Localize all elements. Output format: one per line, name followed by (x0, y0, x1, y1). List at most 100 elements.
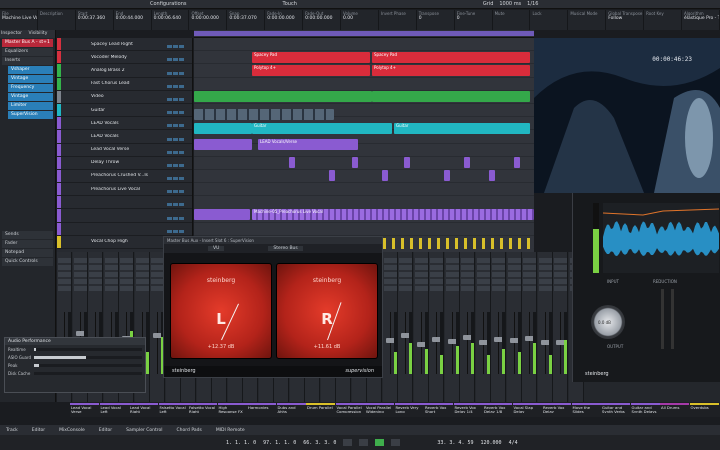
track-name[interactable]: LEAD Vocals (61, 134, 151, 139)
info-column[interactable]: Length 0:00:06.640 (152, 10, 190, 30)
channel-insert-slot[interactable] (89, 286, 102, 291)
channel-insert-slot[interactable] (58, 272, 71, 277)
rewind-button[interactable] (343, 439, 353, 446)
mixer-channel-strip[interactable] (398, 252, 413, 402)
mixer-channel-name[interactable]: Lead Vocal Left (99, 403, 129, 413)
track-lane[interactable] (194, 223, 534, 236)
channel-insert-slot[interactable] (461, 272, 474, 277)
channel-insert-slot[interactable] (104, 272, 118, 277)
mixer-channel-name[interactable]: Overdubs (689, 403, 719, 413)
channel-insert-slot[interactable] (89, 258, 102, 263)
solo-button[interactable] (173, 58, 178, 62)
solo-button[interactable] (173, 97, 178, 101)
lower-zone-tab[interactable]: Editor (32, 428, 45, 433)
track-header[interactable]: Fast Chorus Lead (57, 77, 192, 91)
channel-insert-slot[interactable] (492, 279, 505, 284)
mixer-channel-name[interactable]: Reverb Very Long (394, 403, 424, 413)
track-header[interactable]: Delay Throw (57, 156, 192, 170)
mute-button[interactable] (167, 58, 172, 62)
supervision-plugin-window[interactable]: Master Bus Aux - Insert Slot 6 : SuperVi… (163, 236, 383, 378)
track-name[interactable]: Vocoder Melody (61, 55, 151, 60)
lower-zone-tab[interactable]: Sampler Control (126, 428, 162, 433)
info-column[interactable]: Musical Mode (568, 10, 607, 30)
stop-button[interactable] (359, 439, 369, 446)
info-column-value[interactable]: 0:00:00.000 (267, 16, 300, 21)
mixer-channel-strip[interactable] (382, 252, 398, 402)
track-name[interactable]: Preachorus Live Vocal (61, 187, 151, 192)
arrange-window[interactable]: Spacey Pad Spacey Pad Polytop 4+ Polytop… (194, 38, 534, 252)
mixer-channel-name[interactable]: Lead Vocal Right (129, 403, 158, 413)
track-lane[interactable] (194, 170, 534, 184)
solo-button[interactable] (173, 203, 178, 207)
info-column[interactable]: FileMachine Live Vocal (0, 10, 38, 30)
channel-insert-slot[interactable] (414, 279, 428, 284)
channel-insert-slot[interactable] (120, 286, 133, 291)
channel-insert-slot[interactable] (383, 286, 397, 291)
insert-slot[interactable]: Vintage (8, 75, 53, 83)
info-column-value[interactable]: 0:00:06.640 (154, 16, 187, 21)
event-lead-vocals[interactable] (194, 139, 252, 150)
mixer-channel-name[interactable]: Harmonies (247, 403, 276, 413)
audio-performance-window[interactable]: Audio Performance Realtime ASIO Guard Peak… (4, 337, 146, 393)
channel-insert-slot[interactable] (73, 265, 87, 270)
record-enable-button[interactable] (179, 203, 184, 207)
channel-insert-slot[interactable] (120, 258, 133, 263)
tempo-display[interactable]: 120.000 (480, 440, 501, 446)
channel-insert-slot[interactable] (399, 265, 412, 270)
info-column[interactable]: Mute (493, 10, 531, 30)
info-column[interactable]: Lock (530, 10, 569, 30)
event-delay-throw[interactable] (382, 170, 388, 181)
track-name[interactable]: Vocal Chop High (61, 239, 151, 244)
solo-button[interactable] (173, 45, 178, 49)
channel-insert-slot[interactable] (445, 265, 459, 270)
insert-slot[interactable]: Limiter (8, 102, 53, 110)
lower-zone-tab[interactable]: Track (6, 428, 18, 433)
lower-zone-tab[interactable]: Chord Pads (177, 428, 202, 433)
channel-insert-slot[interactable] (58, 265, 71, 270)
mixer-channel-strip[interactable] (460, 252, 475, 402)
mixer-channel-name[interactable]: Guitar and Synth Delays (630, 403, 660, 413)
event-lead-vocals-verse[interactable]: LEAD Vocals/Verse (258, 139, 358, 150)
event-guitar[interactable]: Guitar (394, 123, 530, 134)
channel-insert-slot[interactable] (523, 279, 536, 284)
event-guitar[interactable]: Guitar (252, 123, 392, 134)
channel-insert-slot[interactable] (89, 279, 102, 284)
inspector-section-inserts[interactable]: Inserts (2, 57, 53, 65)
channel-insert-slot[interactable] (383, 265, 397, 270)
solo-button[interactable] (173, 177, 178, 181)
channel-insert-slot[interactable] (507, 272, 521, 277)
mixer-channel-strip[interactable] (444, 252, 460, 402)
info-column-value[interactable]: élastique Pro - Time (684, 16, 719, 21)
channel-insert-slot[interactable] (445, 279, 459, 284)
channel-insert-slot[interactable] (120, 279, 133, 284)
channel-insert-slot[interactable] (73, 258, 87, 263)
solo-button[interactable] (173, 111, 178, 115)
info-column[interactable]: Root Key (644, 10, 683, 30)
channel-insert-slot[interactable] (523, 265, 536, 270)
info-column[interactable]: Algorithmélastique Pro - Time (682, 10, 720, 30)
dynamics-plugin-window[interactable]: INPUT REDUCTION OUTPUT 0.0 dB steinberg (572, 193, 720, 382)
video-player-window[interactable]: 00:00:46:23 (534, 38, 720, 193)
event-delay-throw[interactable] (329, 170, 335, 181)
channel-insert-slot[interactable] (430, 272, 443, 277)
event-video-thumbnails[interactable] (194, 109, 334, 120)
channel-insert-slot[interactable] (445, 286, 459, 291)
info-column[interactable]: Fade-Out 0:00:00.000 (303, 10, 342, 30)
selected-track-header[interactable]: Master Bus A - st+1 (2, 39, 53, 47)
channel-insert-slot[interactable] (399, 279, 412, 284)
mixer-channel-name[interactable]: Dubs and Ahhs (276, 403, 306, 413)
insert-slot[interactable]: Vintage (8, 93, 53, 101)
solo-button[interactable] (173, 84, 178, 88)
event-spacey-pad[interactable]: Spacey Pad (372, 52, 530, 63)
channel-insert-slot[interactable] (461, 265, 474, 270)
channel-insert-slot[interactable] (104, 286, 118, 291)
record-enable-button[interactable] (179, 71, 184, 75)
solo-button[interactable] (173, 71, 178, 75)
track-header[interactable]: Guitar (57, 103, 192, 118)
mixer-channel-strip[interactable] (413, 252, 429, 402)
channel-insert-slot[interactable] (120, 272, 133, 277)
track-header[interactable]: Lead Vocal Verse (57, 143, 192, 157)
mute-button[interactable] (167, 163, 172, 167)
inspector-section-equalizers[interactable]: Equalizers (2, 48, 53, 56)
event-fast-chorus[interactable] (372, 91, 530, 102)
